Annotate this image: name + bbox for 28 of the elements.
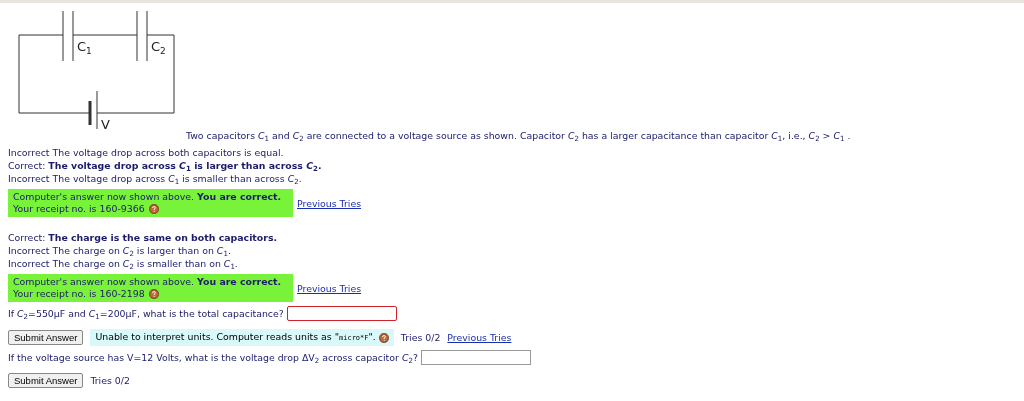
answer-field[interactable] <box>420 350 531 365</box>
answer-option: Incorrect The voltage drop across both capacitors is equal. <box>8 146 1016 159</box>
tries-text: Tries 0/2 <box>400 331 441 344</box>
help-icon[interactable] <box>148 204 159 214</box>
previous-tries-link[interactable]: Previous Tries <box>447 331 512 344</box>
answer-option: Incorrect The charge on C$_{2}$ is larger than on C$_{1}$. <box>8 244 1016 257</box>
circuit-label: V <box>101 117 110 131</box>
answer-option: Correct: The charge is the same on both capacitors. <box>8 231 1016 244</box>
answer-option: Incorrect The charge on C$_{2}$ is smaller than on C$_{1}$. <box>8 257 1016 270</box>
feedback-text: Computer's answer now shown above. You are correct. <box>13 276 283 288</box>
question-text: If C$_{2}$=550μF and C$_{1}$=200μF, what is the total capacitance? <box>8 307 284 320</box>
answer-field[interactable] <box>286 306 397 321</box>
circuit-label: C$_{2}$ <box>151 39 166 56</box>
answer-option: Incorrect The voltage drop across C$_{1}$ is smaller than across C$_{2}$. <box>8 172 1016 185</box>
submit-button[interactable]: Submit Answer <box>8 330 84 345</box>
previous-tries-link[interactable]: Previous Tries <box>297 196 362 210</box>
submit-button[interactable]: Submit Answer <box>8 373 84 388</box>
receipt-text: Your receipt no. is 160-9366 <box>13 203 145 215</box>
question-text: Two capacitors C$_{1}$ and C$_{2}$ are connected to a voltage source as shown. Capacitor C$_{2}$ has a larger capacitance than capacitor C$_{1}$, i.e., C$_{2}$ > C$_{1}$ . <box>186 129 852 142</box>
question-text: If the voltage source has V=12 Volts, what is the voltage drop ΔV$_{2}$ across capacitor C$_{2}$? <box>8 351 418 364</box>
feedback-text: Computer's answer now shown above. You are correct. <box>13 191 283 203</box>
previous-tries-link[interactable]: Previous Tries <box>297 281 362 295</box>
receipt-text: Your receipt no. is 160-2198 <box>13 288 145 300</box>
answer-option: Correct: The voltage drop across C$_{1}$ is larger than across C$_{2}$. <box>8 159 1016 172</box>
help-icon[interactable] <box>378 332 389 343</box>
help-icon[interactable] <box>148 289 159 299</box>
circuit-label: C$_{1}$ <box>77 39 92 56</box>
tries-text: Tries 0/2 <box>90 374 130 387</box>
